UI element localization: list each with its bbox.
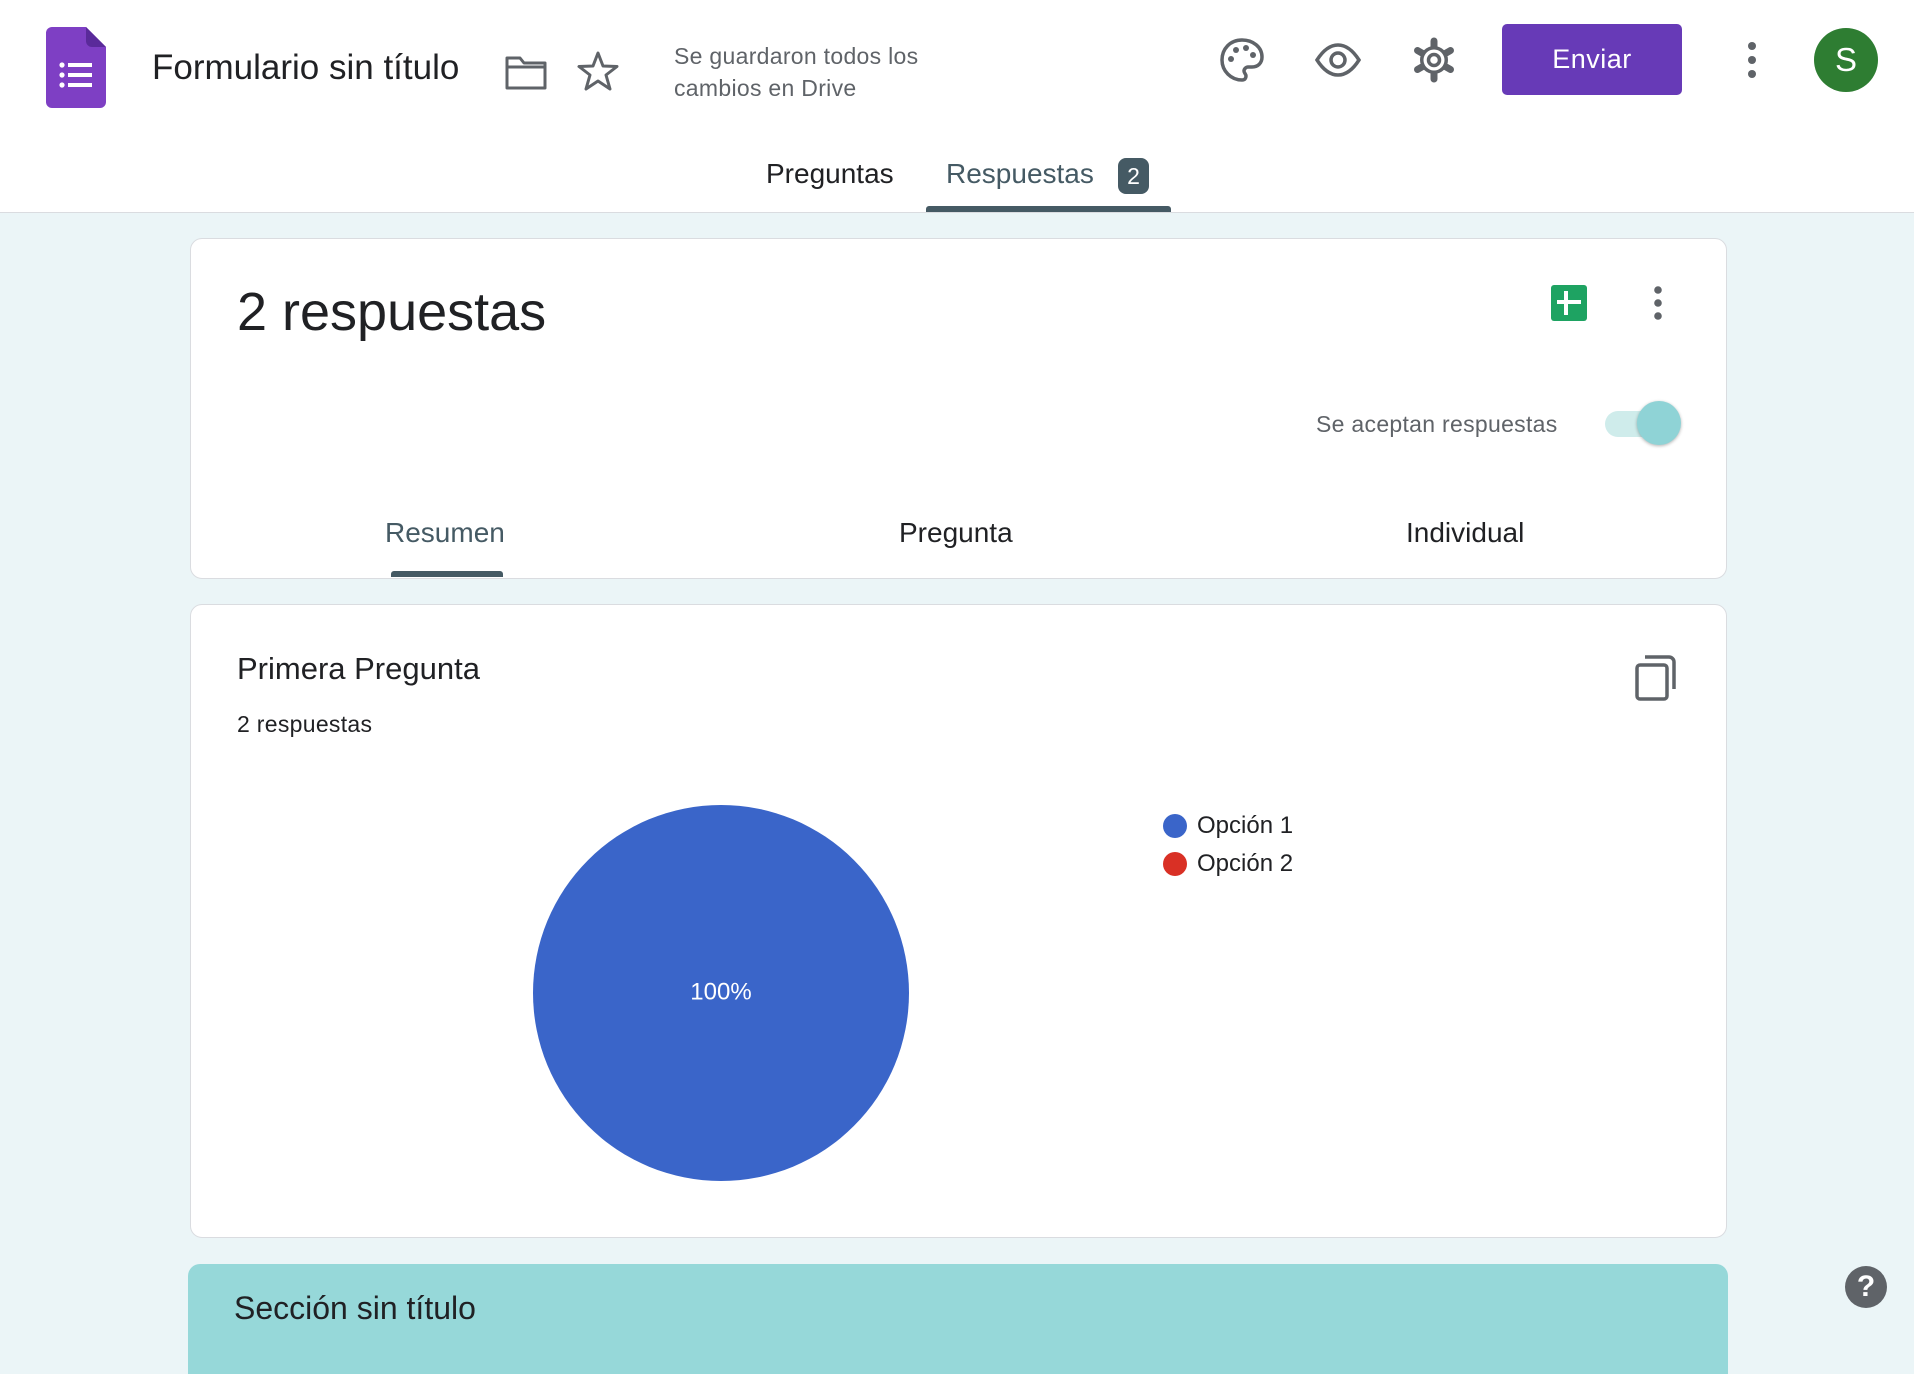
save-status: Se guardaron todos los cambios en Drive bbox=[674, 43, 919, 101]
pie-slice-label-opci-n-1: 100% bbox=[690, 978, 751, 1005]
subtab-resumen[interactable]: Resumen bbox=[385, 517, 505, 549]
gear-icon[interactable] bbox=[1410, 36, 1458, 84]
question-responses-count: 2 respuestas bbox=[237, 711, 373, 737]
active-tab-indicator bbox=[926, 206, 1171, 212]
subtab-individual[interactable]: Individual bbox=[1406, 517, 1524, 549]
active-subtab-indicator bbox=[391, 571, 503, 577]
more-vert-icon[interactable] bbox=[1732, 38, 1772, 82]
star-icon[interactable] bbox=[577, 50, 619, 92]
more-vert-icon[interactable] bbox=[1643, 283, 1673, 323]
form-title[interactable]: Formulario sin título bbox=[152, 48, 459, 88]
chart-legend: Opción 1 Opción 2 bbox=[1163, 807, 1293, 883]
tab-respuestas[interactable]: Respuestas bbox=[946, 158, 1094, 190]
question-title: Primera Pregunta bbox=[237, 651, 480, 686]
palette-icon[interactable] bbox=[1218, 36, 1266, 84]
legend-dot-opcion-2 bbox=[1163, 852, 1187, 876]
legend-item: Opción 2 bbox=[1163, 845, 1293, 883]
section-title: Sección sin título bbox=[234, 1290, 476, 1326]
help-icon[interactable]: ? bbox=[1845, 1266, 1887, 1308]
tab-preguntas[interactable]: Preguntas bbox=[766, 158, 894, 190]
question-summary-card: Primera Pregunta 2 respuestas 100% Opció… bbox=[190, 604, 1727, 1238]
legend-dot-opcion-1 bbox=[1163, 814, 1187, 838]
responses-summary-card: 2 respuestas Se aceptan respuestas Resum… bbox=[190, 238, 1727, 579]
app-header: Formulario sin título Se guardaron todos… bbox=[0, 0, 1914, 213]
folder-icon[interactable] bbox=[504, 52, 548, 92]
subtab-pregunta[interactable]: Pregunta bbox=[899, 517, 1013, 549]
copy-icon[interactable] bbox=[1633, 651, 1679, 703]
legend-label: Opción 2 bbox=[1197, 850, 1294, 877]
eye-icon[interactable] bbox=[1314, 36, 1362, 84]
pie-chart: 100% bbox=[533, 805, 909, 1181]
forms-logo-icon[interactable] bbox=[46, 27, 106, 108]
section-header: Sección sin título bbox=[188, 1264, 1728, 1374]
avatar[interactable]: S bbox=[1814, 28, 1878, 92]
responses-badge: 2 bbox=[1118, 158, 1149, 194]
sheets-icon[interactable] bbox=[1549, 283, 1589, 323]
responses-count: 2 respuestas bbox=[237, 282, 547, 342]
accepting-responses-label: Se aceptan respuestas bbox=[1316, 411, 1558, 437]
legend-label: Opción 1 bbox=[1197, 812, 1294, 839]
send-button[interactable]: Enviar bbox=[1502, 24, 1682, 95]
legend-item: Opción 1 bbox=[1163, 807, 1293, 845]
toggle-thumb[interactable] bbox=[1637, 401, 1681, 445]
